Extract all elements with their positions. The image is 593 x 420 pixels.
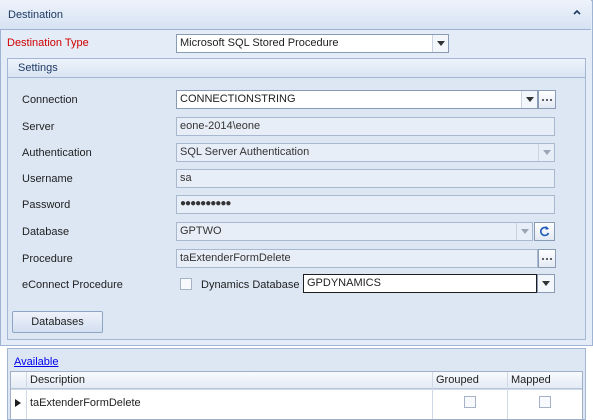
chevron-down-icon[interactable]	[521, 91, 537, 108]
password-value: ●●●●●●●●●●	[180, 198, 231, 209]
server-value: eone-2014\eone	[180, 120, 261, 132]
econnect-procedure-label: eConnect Procedure	[22, 279, 123, 291]
dynamics-database-dropdown-button[interactable]	[537, 274, 555, 293]
authentication-label: Authentication	[22, 147, 92, 159]
dynamics-database-checkbox[interactable]	[180, 278, 192, 290]
settings-group-title: Settings	[18, 62, 58, 74]
destination-type-label: Destination Type	[7, 37, 89, 49]
procedure-browse-button[interactable]	[538, 249, 556, 268]
username-label: Username	[22, 173, 73, 185]
dynamics-database-select[interactable]: GPDYNAMICS	[303, 274, 537, 293]
chevron-up-icon[interactable]	[571, 6, 583, 18]
row-description-cell: taExtenderFormDelete	[30, 397, 141, 409]
destination-type-select[interactable]: Microsoft SQL Stored Procedure	[176, 34, 449, 53]
column-header-grouped[interactable]: Grouped	[436, 374, 479, 386]
server-field[interactable]: eone-2014\eone	[176, 117, 555, 136]
username-field[interactable]: sa	[176, 169, 555, 188]
refresh-icon	[535, 226, 554, 243]
chevron-down-icon[interactable]	[538, 275, 554, 292]
database-select[interactable]: GPTWO	[176, 222, 533, 241]
procedure-value: taExtenderFormDelete	[180, 252, 291, 264]
row-mapped-checkbox[interactable]	[539, 396, 551, 408]
chevron-down-icon[interactable]	[432, 35, 448, 52]
database-refresh-button[interactable]	[534, 222, 555, 241]
databases-button[interactable]: Databases	[12, 311, 103, 333]
database-label: Database	[22, 226, 70, 238]
chevron-down-icon[interactable]	[538, 144, 554, 161]
row-indicator-icon	[15, 398, 21, 410]
password-label: Password	[22, 199, 71, 211]
server-label: Server	[22, 121, 55, 133]
column-header-description[interactable]: Description	[30, 374, 85, 386]
authentication-select[interactable]: SQL Server Authentication	[176, 143, 555, 162]
connection-value: CONNECTIONSTRING	[180, 93, 296, 105]
connection-select[interactable]: CONNECTIONSTRING	[176, 90, 538, 109]
settings-group-header	[8, 59, 585, 78]
connection-label: Connection	[22, 94, 78, 106]
destination-type-value: Microsoft SQL Stored Procedure	[180, 37, 339, 49]
password-field[interactable]: ●●●●●●●●●●	[176, 195, 555, 214]
column-header-mapped[interactable]: Mapped	[511, 374, 551, 386]
procedure-label: Procedure	[22, 253, 73, 265]
destination-group-header[interactable]	[0, 0, 591, 30]
grid-header	[11, 372, 582, 389]
dynamics-database-label: Dynamics Database	[201, 279, 300, 291]
database-value: GPTWO	[180, 225, 222, 237]
destination-group-title: Destination	[8, 9, 64, 21]
connection-browse-button[interactable]	[538, 90, 556, 109]
chevron-down-icon[interactable]	[516, 223, 532, 240]
username-value: sa	[180, 172, 192, 184]
procedure-field[interactable]: taExtenderFormDelete	[176, 249, 538, 268]
authentication-value: SQL Server Authentication	[180, 146, 310, 158]
row-grouped-checkbox[interactable]	[464, 396, 476, 408]
dynamics-database-value: GPDYNAMICS	[307, 277, 381, 289]
available-link[interactable]: Available	[14, 356, 58, 368]
